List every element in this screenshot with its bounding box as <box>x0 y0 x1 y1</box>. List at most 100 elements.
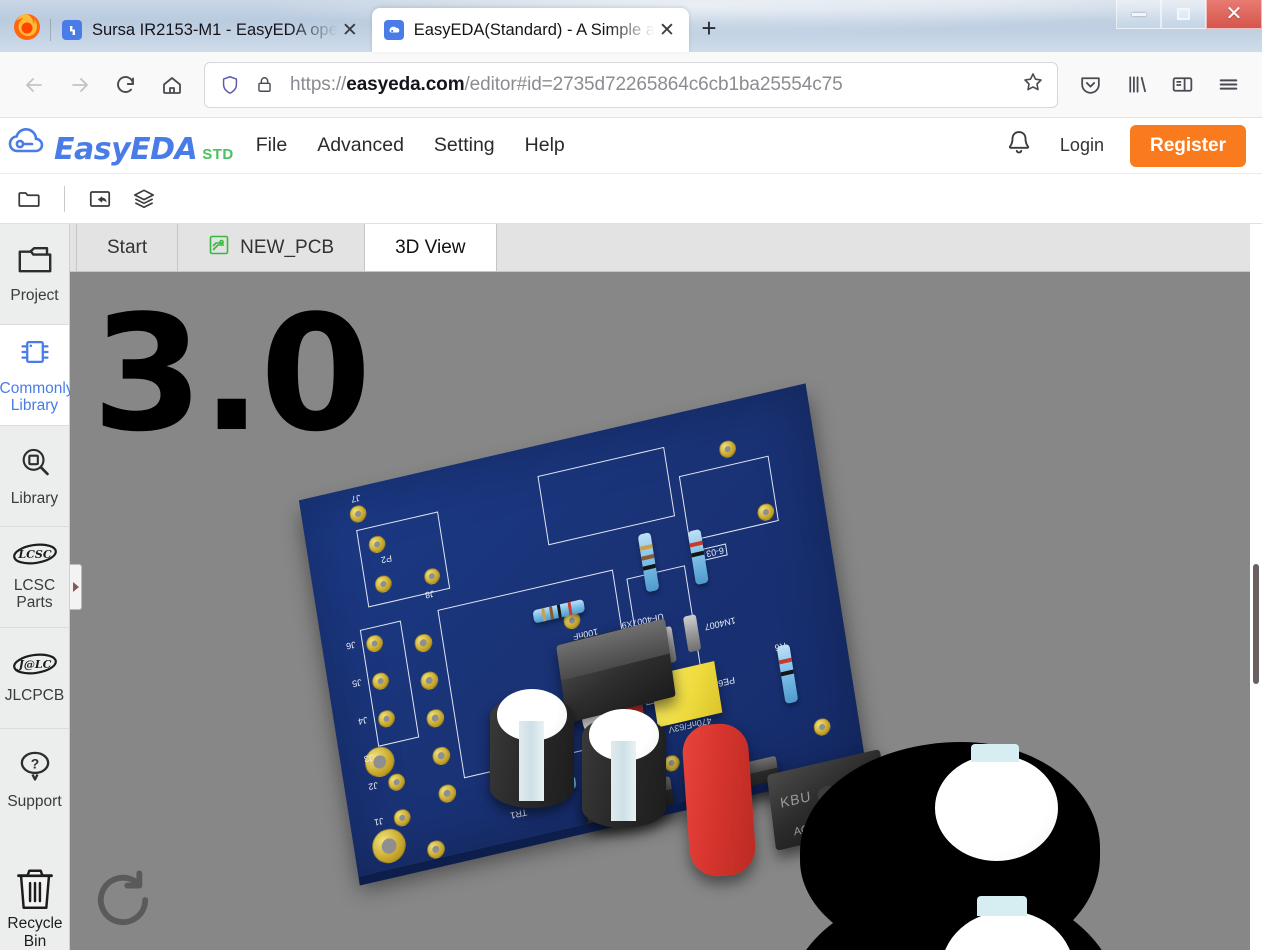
browser-nav-toolbar: https://easyeda.com/editor#id=2735d72265… <box>0 52 1262 118</box>
silk-j3: J3 <box>363 752 375 765</box>
app-menu-button[interactable] <box>1206 63 1250 107</box>
lcsc-logo-icon: LCSC <box>11 542 59 570</box>
toolbar-divider <box>64 185 65 212</box>
silk-j7: J7 <box>350 492 362 505</box>
register-button[interactable]: Register <box>1129 124 1246 167</box>
maximize-button[interactable] <box>1161 0 1206 29</box>
back-button[interactable] <box>12 63 56 107</box>
close-icon[interactable]: ✕ <box>655 18 679 42</box>
silk-tr1: TR1 <box>509 807 528 821</box>
pcb-icon <box>208 234 230 262</box>
rotate-icon[interactable] <box>86 863 160 942</box>
minimize-icon <box>1131 12 1146 16</box>
sidebar-item-label: Support <box>7 793 62 810</box>
firefox-logo <box>10 9 44 43</box>
silk-1n4007: 1N4007 <box>704 615 737 633</box>
chip-search-icon <box>17 445 53 483</box>
home-button[interactable] <box>150 63 194 107</box>
menu-item-setting[interactable]: Setting <box>434 134 495 157</box>
recycle-bin-label: Recycle <box>7 915 63 933</box>
menu-item-help[interactable]: Help <box>525 134 565 157</box>
sidebar-item-jlcpcb[interactable]: J@LC JLCPCB <box>0 628 69 729</box>
forward-button[interactable] <box>58 63 102 107</box>
sidebar-item-library[interactable]: Library <box>0 426 69 527</box>
window-controls: ✕ <box>1116 0 1262 34</box>
sidebar-item-label: Commonly Library <box>0 379 74 415</box>
star-icon[interactable] <box>1021 70 1045 99</box>
recycle-bin-label2: Bin <box>23 932 47 950</box>
pcb-3d-viewport[interactable]: J7 P2 J8 J6 J5 J4 J3 J2 J1 TR1 Q1 10N60A… <box>70 272 1262 950</box>
sidebar-item-support[interactable]: ? Support <box>0 729 69 830</box>
new-tab-button[interactable]: + <box>689 8 729 48</box>
easyeda-favicon <box>62 20 82 40</box>
component-electrolytic-capacitor <box>490 689 574 808</box>
folder-icon <box>15 244 55 280</box>
editor-area: Start NEW_PCB 3D View J7 P2 J8 J6 J5 J4 … <box>70 224 1262 950</box>
sidebar-item-project[interactable]: Project <box>0 224 69 325</box>
silk-6-03: 6-03 <box>702 543 728 561</box>
jlc-logo-icon: J@LC <box>11 652 59 680</box>
sidebar-button[interactable] <box>1160 63 1204 107</box>
browser-tab-1[interactable]: Sursa IR2153-M1 - EasyEDA ope ✕ <box>50 8 372 52</box>
sidebar-item-lcsc-parts[interactable]: LCSC LCSC Parts <box>0 527 69 628</box>
easyeda-cloud-icon <box>8 127 44 152</box>
menu-item-file[interactable]: File <box>256 134 287 157</box>
tab-3d-view[interactable]: 3D View <box>365 224 497 271</box>
url-path: /editor#id=2735d72265864c6cb1ba25554c75 <box>464 73 843 95</box>
browser-tab-title: Sursa IR2153-M1 - EasyEDA ope <box>92 20 338 39</box>
silk-j8: J8 <box>424 588 436 601</box>
window-titlebar: Sursa IR2153-M1 - EasyEDA ope ✕ EasyEDA(… <box>0 0 1262 52</box>
minimize-button[interactable] <box>1116 0 1161 29</box>
bell-icon[interactable] <box>1004 128 1034 163</box>
open-folder-icon[interactable] <box>10 180 48 218</box>
forward-arrow-icon <box>72 77 88 92</box>
silk-j5: J5 <box>351 676 363 690</box>
browser-tabstrip: Sursa IR2153-M1 - EasyEDA ope ✕ EasyEDA(… <box>50 0 1262 52</box>
trash-icon <box>13 865 57 915</box>
svg-text:?: ? <box>30 755 39 771</box>
menu-icon <box>1219 79 1237 90</box>
easyeda-sidebar: Project Commonly Library Library LCSC LC… <box>0 224 82 950</box>
sidebar-item-label: Library <box>10 489 59 507</box>
address-bar[interactable]: https://easyeda.com/editor#id=2735d72265… <box>204 61 1058 108</box>
tab-label: 3D View <box>395 236 466 258</box>
shield-icon[interactable] <box>219 74 241 96</box>
silk-j6: J6 <box>345 639 357 652</box>
window-close-button[interactable]: ✕ <box>1206 0 1262 29</box>
sidebar-collapse-handle[interactable] <box>70 564 82 610</box>
library-button[interactable] <box>1114 63 1158 107</box>
layers-icon[interactable] <box>125 180 163 218</box>
sidebar-item-label: JLCPCB <box>4 686 65 704</box>
tab-start[interactable]: Start <box>76 224 179 271</box>
login-button[interactable]: Login <box>1060 135 1104 156</box>
component-electrolytic-capacitor <box>582 709 666 828</box>
easyeda-header: EasyEDA STD File Advanced Setting Help L… <box>0 118 1262 174</box>
home-icon <box>163 76 181 94</box>
close-icon[interactable]: ✕ <box>338 18 362 42</box>
chevron-right-icon <box>72 582 79 592</box>
lock-icon[interactable] <box>255 75 274 94</box>
url-text[interactable]: https://easyeda.com/editor#id=2735d72265… <box>290 74 1011 96</box>
tab-new-pcb[interactable]: NEW_PCB <box>178 224 366 271</box>
page-scrollbar[interactable] <box>1250 224 1262 950</box>
library-icon <box>1128 76 1146 93</box>
easyeda-logo[interactable]: EasyEDA STD <box>8 125 234 167</box>
browser-tab-2[interactable]: EasyEDA(Standard) - A Simple a ✕ <box>371 8 689 52</box>
easyeda-menubar: File Advanced Setting Help <box>256 134 565 157</box>
reload-button[interactable] <box>104 63 148 107</box>
scrollbar-thumb[interactable] <box>1253 564 1259 684</box>
pocket-icon <box>1080 77 1100 94</box>
desktop-recycle-bin[interactable]: Recycle Bin <box>0 865 70 950</box>
silk-j1: J1 <box>373 815 385 828</box>
pocket-button[interactable] <box>1068 63 1112 107</box>
pcb-3d-scene: J7 P2 J8 J6 J5 J4 J3 J2 J1 TR1 Q1 10N60A… <box>70 272 1262 950</box>
help-balloon-icon: ? <box>15 749 55 787</box>
import-folder-icon[interactable] <box>81 180 119 218</box>
easyeda-workspace: Project Commonly Library Library LCSC LC… <box>0 224 1262 950</box>
svg-text:LCSC: LCSC <box>17 548 51 561</box>
easyeda-favicon <box>383 20 404 40</box>
sidebar-item-commonly-library[interactable]: Commonly Library <box>0 325 74 426</box>
document-tabs: Start NEW_PCB 3D View <box>70 224 1262 272</box>
menu-item-advanced[interactable]: Advanced <box>317 134 404 157</box>
tab-label: NEW_PCB <box>240 236 335 258</box>
